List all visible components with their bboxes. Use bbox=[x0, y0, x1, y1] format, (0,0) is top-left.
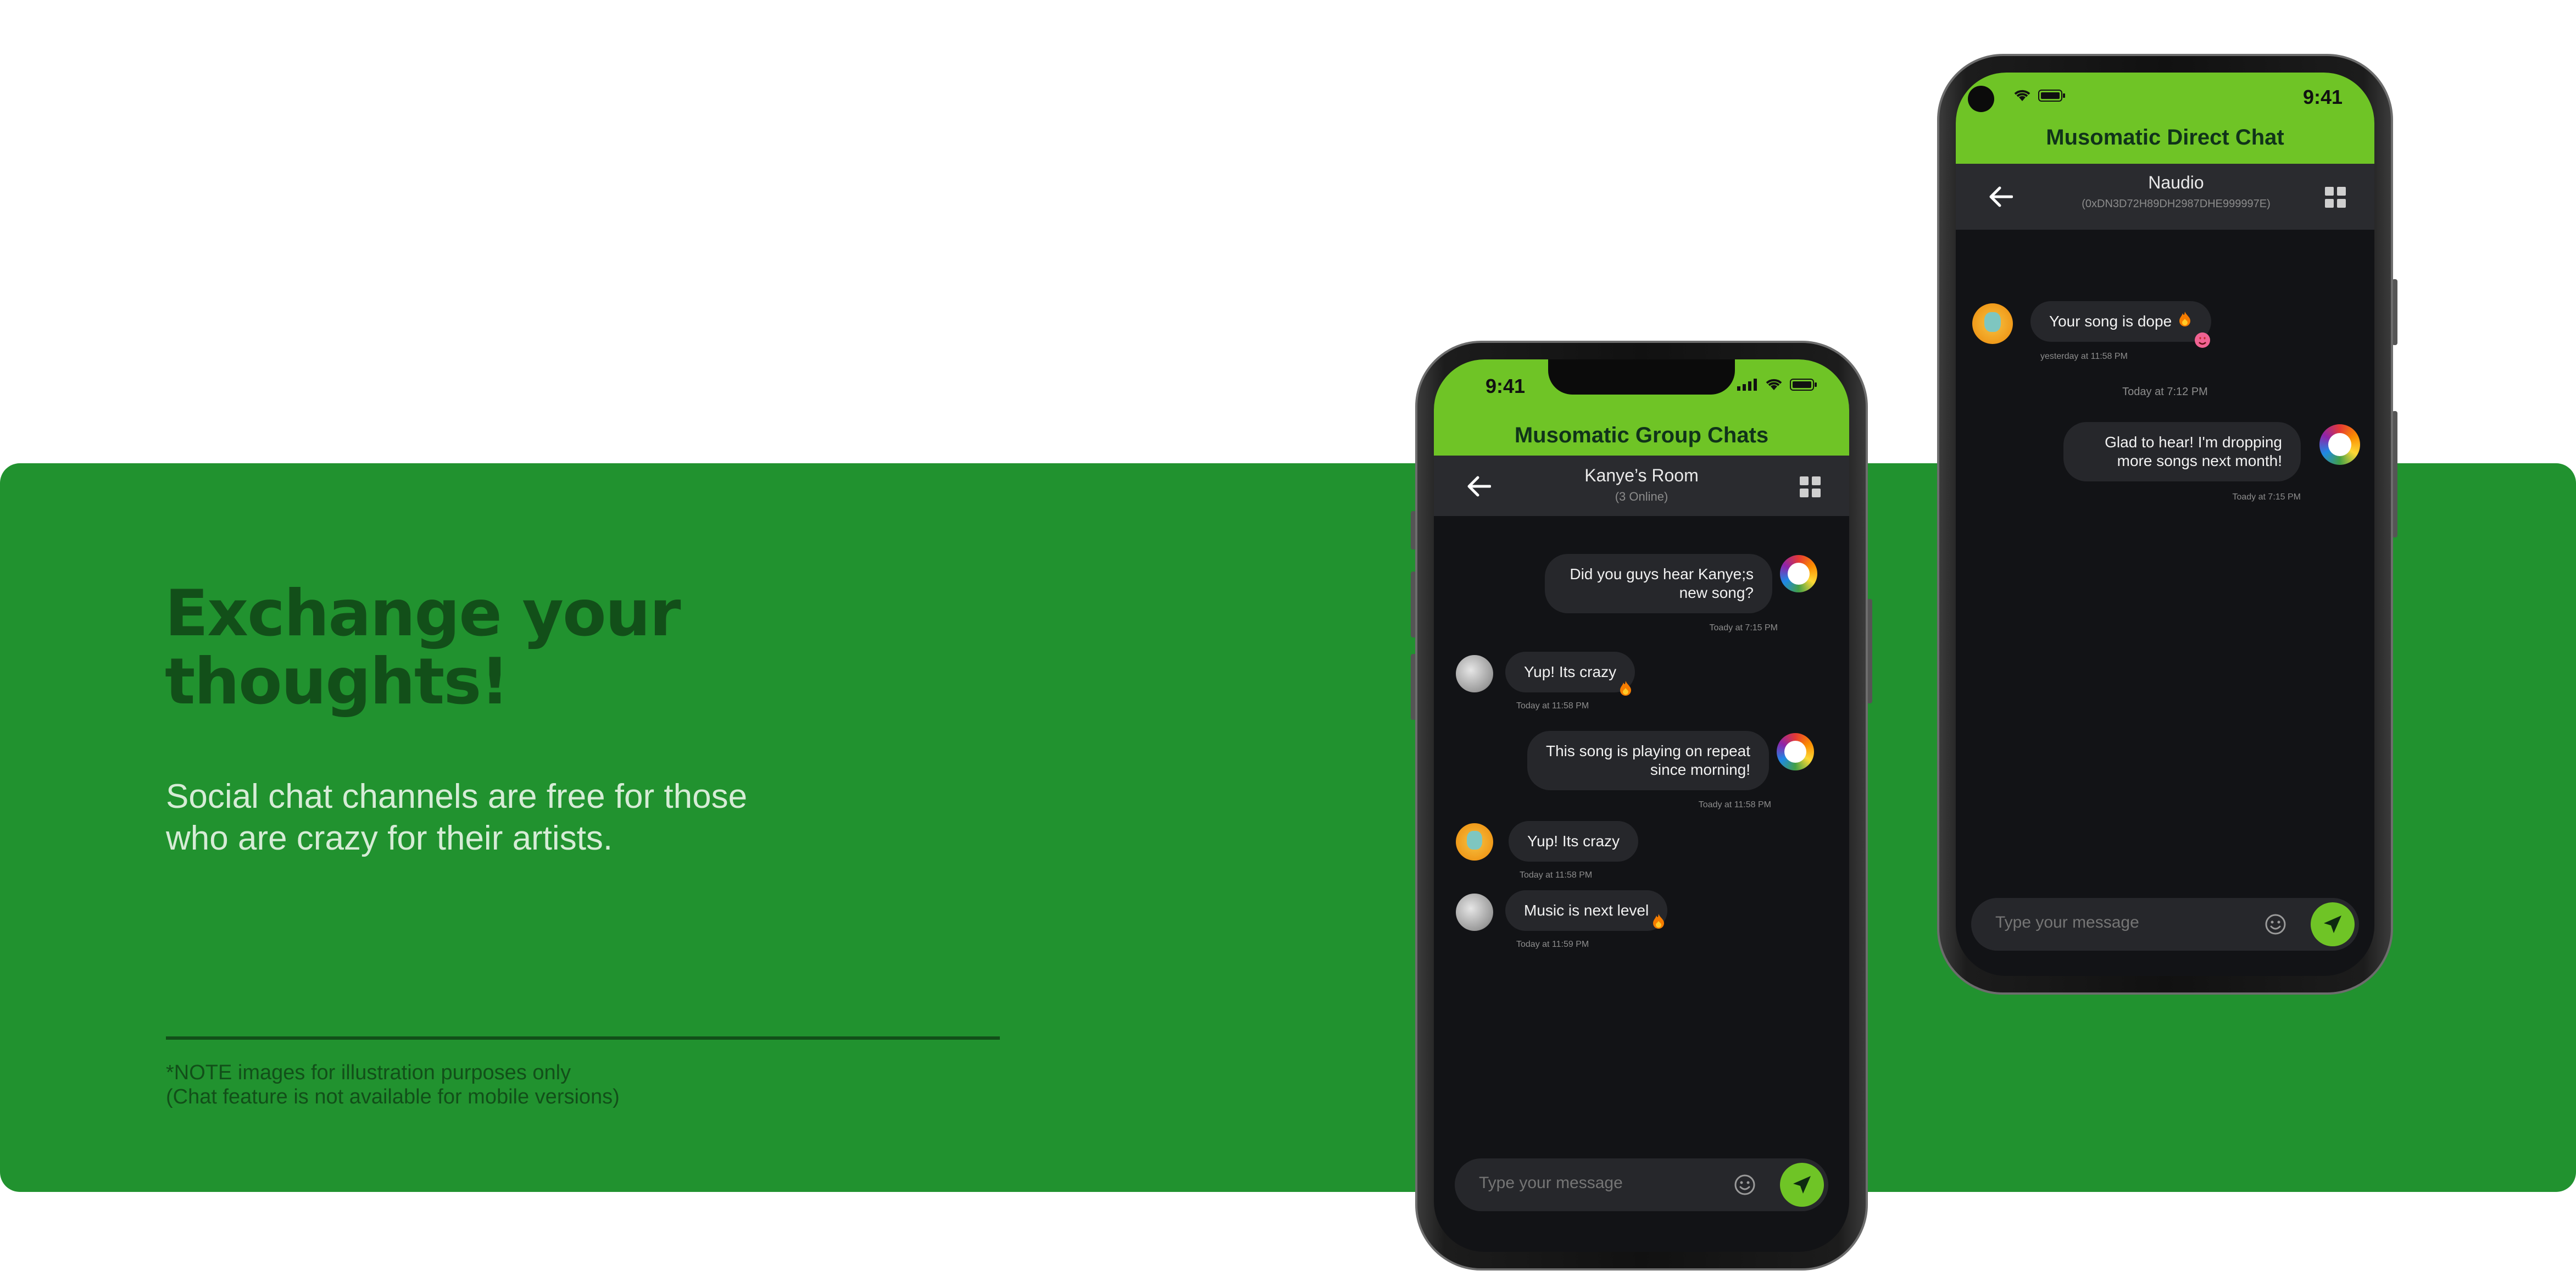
message-text: Glad to hear! I'm dropping bbox=[2105, 434, 2282, 451]
rainbow-avatar[interactable] bbox=[1780, 555, 1817, 592]
rainbow-avatar[interactable] bbox=[2319, 424, 2360, 465]
status-time: 9:41 bbox=[2302, 86, 2343, 108]
signal-icon bbox=[1737, 379, 1757, 391]
avatar-face bbox=[1467, 831, 1482, 850]
message-timestamp: Toady at 11:58 PM bbox=[1698, 800, 1771, 809]
message-timestamp: Toady at 7:15 PM bbox=[1709, 623, 1778, 633]
avatar-face bbox=[1788, 563, 1810, 585]
message-bubble: Music is next level bbox=[1505, 890, 1668, 931]
hero-subtext: Social chat channels are free for those … bbox=[166, 776, 825, 859]
orange-avatar[interactable] bbox=[1972, 303, 2013, 344]
fire-icon bbox=[2179, 311, 2191, 326]
message-text: Did you guys hear Kanye;s bbox=[1570, 565, 1754, 583]
rainbow-avatar[interactable] bbox=[1777, 733, 1814, 770]
message-bubble: Yup! Its crazy bbox=[1505, 652, 1635, 692]
front-camera bbox=[1968, 86, 1994, 112]
message-timestamp: yesterday at 11:58 PM bbox=[2040, 352, 2128, 361]
message-bubble: Yup! Its crazy bbox=[1509, 821, 1639, 862]
message-composer bbox=[1971, 898, 2359, 951]
app-header: 9:41 Musomatic Direct Chat bbox=[1956, 73, 2374, 164]
status-icons bbox=[1737, 378, 1817, 391]
chat-header: Kanye’s Room (3 Online) bbox=[1434, 456, 1849, 516]
contact-address: (0xDN3D72H89DH2987DHE999997E) bbox=[2082, 198, 2271, 210]
send-icon bbox=[1793, 1176, 1811, 1194]
message-bubble: This song is playing on repeat since mor… bbox=[1527, 731, 1769, 790]
emoji-icon[interactable] bbox=[1734, 1174, 1756, 1196]
heart-eyes-reaction-icon bbox=[2194, 332, 2211, 348]
day-separator: Today at 7:12 PM bbox=[2122, 386, 2208, 398]
message-composer bbox=[1455, 1158, 1828, 1211]
status-icons-left bbox=[2013, 89, 2066, 102]
contact-name: Naudio bbox=[2148, 173, 2204, 192]
battery-icon bbox=[2038, 90, 2065, 102]
send-icon bbox=[2324, 916, 2341, 933]
divider-line bbox=[166, 1036, 1000, 1040]
headline-line-2: thoughts! bbox=[165, 645, 509, 719]
app-title: Musomatic Direct Chat bbox=[2046, 125, 2284, 149]
message-text: new song? bbox=[1679, 584, 1754, 601]
room-title: Kanye’s Room bbox=[1584, 465, 1699, 485]
message-text: more songs next month! bbox=[2117, 452, 2282, 469]
avatar-face bbox=[1784, 741, 1806, 763]
orange-avatar[interactable] bbox=[1456, 823, 1493, 861]
group-chat-phone: 9:41 Musomatic Group Chats Kanye’s Room … bbox=[1411, 341, 1872, 1271]
fire-reaction-icon bbox=[1653, 913, 1665, 929]
subtext-line-1: Social chat channels are free for those bbox=[166, 778, 748, 816]
avatar-face bbox=[2328, 433, 2351, 456]
phone-screen: 9:41 Musomatic Direct Chat Naudio (0xDN3… bbox=[1956, 73, 2374, 976]
message-input[interactable] bbox=[1995, 913, 2226, 932]
note-line-1: *NOTE images for illustration purposes o… bbox=[166, 1061, 571, 1084]
emoji-icon[interactable] bbox=[2265, 913, 2286, 935]
subtext-line-2: who are crazy for their artists. bbox=[166, 819, 613, 857]
grid-menu-icon[interactable] bbox=[1800, 476, 1821, 497]
avatar-face bbox=[1984, 312, 2001, 332]
phone-screen: 9:41 Musomatic Group Chats Kanye’s Room … bbox=[1434, 359, 1849, 1252]
disclaimer-note: *NOTE images for illustration purposes o… bbox=[166, 1061, 880, 1109]
fire-reaction-icon bbox=[1620, 680, 1632, 696]
message-timestamp: Toady at 7:15 PM bbox=[2232, 492, 2301, 502]
wifi-icon bbox=[2014, 90, 2030, 101]
grey-avatar[interactable] bbox=[1456, 655, 1493, 692]
message-text: Yup! Its crazy bbox=[1527, 833, 1620, 850]
grid-menu-icon[interactable] bbox=[2325, 187, 2346, 208]
send-button[interactable] bbox=[1780, 1163, 1824, 1207]
direct-chat-phone: 9:41 Musomatic Direct Chat Naudio (0xDN3… bbox=[1937, 54, 2397, 995]
message-timestamp: Today at 11:58 PM bbox=[1516, 701, 1589, 711]
message-text: Your song is dope bbox=[2049, 313, 2172, 330]
message-timestamp: Today at 11:58 PM bbox=[1520, 870, 1593, 880]
grey-avatar[interactable] bbox=[1456, 894, 1493, 931]
message-timestamp: Today at 11:59 PM bbox=[1516, 940, 1589, 949]
message-text: since morning! bbox=[1650, 761, 1750, 778]
battery-icon bbox=[1790, 379, 1817, 391]
headline-line-1: Exchange your bbox=[165, 576, 681, 651]
message-input[interactable] bbox=[1479, 1174, 1710, 1192]
app-header: 9:41 Musomatic Group Chats bbox=[1434, 359, 1849, 456]
send-button[interactable] bbox=[2311, 902, 2355, 946]
chat-header: Naudio (0xDN3D72H89DH2987DHE999997E) bbox=[1956, 164, 2374, 230]
message-bubble: Did you guys hear Kanye;s new song? bbox=[1545, 554, 1772, 613]
status-time: 9:41 bbox=[1485, 375, 1526, 397]
note-line-2: (Chat feature is not available for mobil… bbox=[166, 1085, 620, 1108]
wifi-icon bbox=[1766, 379, 1782, 390]
online-count: (3 Online) bbox=[1615, 490, 1668, 503]
phone-notch bbox=[1548, 359, 1735, 395]
message-text: This song is playing on repeat bbox=[1546, 742, 1750, 759]
hero-headline: Exchange your thoughts! bbox=[165, 580, 824, 716]
message-bubble: Glad to hear! I'm dropping more songs ne… bbox=[2063, 422, 2301, 481]
message-text: Music is next level bbox=[1524, 902, 1649, 919]
message-text: Yup! Its crazy bbox=[1524, 663, 1617, 680]
app-title: Musomatic Group Chats bbox=[1514, 423, 1769, 447]
